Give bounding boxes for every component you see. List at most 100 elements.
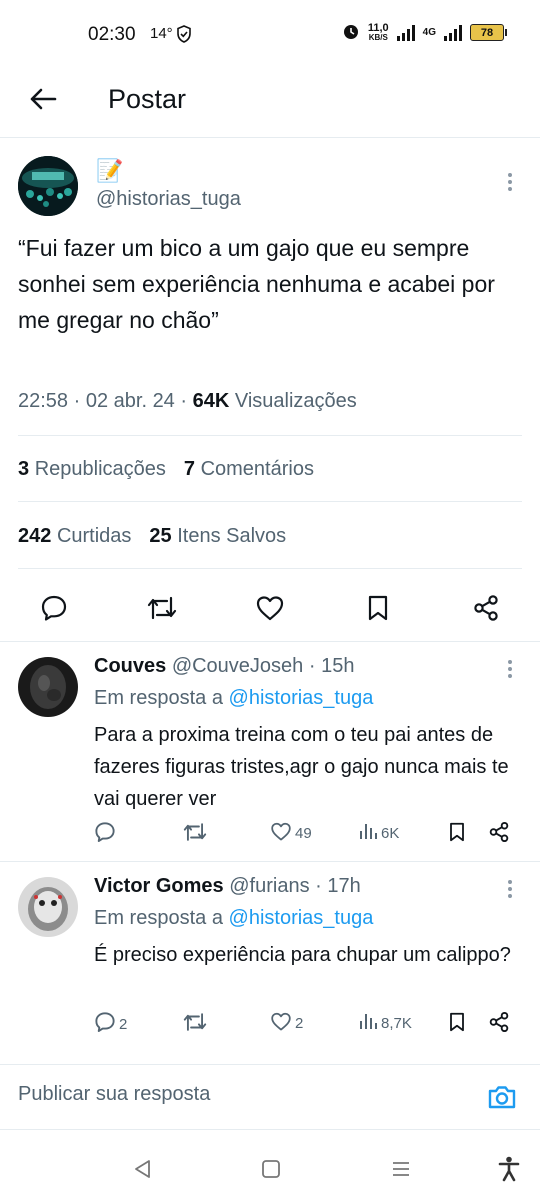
reply-to-prefix: Em resposta a (94, 907, 223, 929)
accessibility-icon[interactable] (494, 1154, 524, 1184)
nav-back-icon[interactable] (128, 1154, 158, 1184)
reply-to-line: Em resposta a @historias_tuga (94, 907, 373, 930)
reply-author-name[interactable]: Victor Gomes (94, 875, 224, 897)
repost-icon[interactable] (142, 588, 182, 628)
battery-icon: 78 (470, 24, 507, 41)
reply-input[interactable] (18, 1083, 438, 1106)
post-date: 02 abr. 24 (85, 390, 175, 412)
reposts-stat[interactable]: 3 Republicações (18, 458, 166, 481)
reply-comment-button[interactable] (94, 821, 119, 847)
nav-recents-icon[interactable] (386, 1154, 416, 1184)
post-actions (0, 588, 540, 644)
reply-avatar[interactable] (18, 877, 78, 937)
reply-item[interactable]: Couves @CouveJoseh · 15h Em resposta a @… (0, 641, 540, 861)
views-label: Visualizações (234, 390, 357, 412)
bookmark-icon[interactable] (358, 588, 398, 628)
reply-header: Couves @CouveJoseh · 15h (94, 655, 355, 677)
network-type: 4G (422, 27, 436, 38)
likes-stat[interactable]: 242 Curtidas (18, 525, 131, 548)
reply-to-link[interactable]: @historias_tuga (229, 907, 374, 929)
alarm-icon (342, 22, 360, 43)
share-icon[interactable] (488, 821, 510, 843)
reply-icon (94, 1011, 116, 1037)
reply-like-count: 49 (295, 825, 312, 842)
page-title: Postar (108, 84, 187, 114)
reply-time: 17h (327, 875, 361, 897)
network-speed-unit: KB/S (368, 32, 388, 42)
saves-stat[interactable]: 25 Itens Salvos (149, 525, 286, 548)
reply-actions: 2 2 8,7K (94, 1011, 524, 1041)
saves-label: Itens Salvos (177, 525, 287, 547)
reply-composer (0, 1064, 540, 1130)
likes-label: Curtidas (56, 525, 132, 547)
views-count: 64K (192, 390, 230, 412)
reply-author-handle[interactable]: @CouveJoseh (172, 655, 303, 677)
like-heart-icon (270, 1011, 292, 1036)
post-time: 22:58 (18, 390, 69, 412)
reply-comment-count: 2 (119, 1015, 128, 1033)
views-chart-icon (358, 1011, 378, 1035)
reply-views-button[interactable]: 6K (358, 821, 399, 845)
divider (18, 568, 522, 569)
signal-icon (396, 24, 415, 41)
reply-author-name[interactable]: Couves (94, 655, 166, 677)
shield-icon (176, 25, 192, 47)
bookmark-icon[interactable] (448, 1011, 466, 1033)
reply-actions: 49 6K (94, 821, 524, 851)
post-text: “Fui fazer um bico a um gajo que eu semp… (18, 235, 495, 333)
reposts-label: Republicações (34, 458, 166, 480)
like-heart-icon[interactable] (250, 588, 290, 628)
reply-repost-button[interactable] (182, 821, 211, 847)
engagement-row-1: 3 Republicações 7 Comentários (18, 458, 314, 481)
author-handle[interactable]: @historias_tuga (96, 188, 241, 211)
reply-views-button[interactable]: 8,7K (358, 1011, 412, 1035)
saves-count: 25 (149, 525, 172, 547)
bookmark-icon[interactable] (448, 821, 466, 843)
reply-header: Victor Gomes @furians · 17h (94, 875, 361, 897)
like-heart-icon (270, 821, 292, 846)
post-meta: 22:58 · 02 abr. 24 · 64K Visualizações (18, 390, 357, 412)
author-avatar[interactable] (18, 156, 78, 216)
more-options-icon[interactable] (502, 877, 518, 901)
status-icons: 11,0 KB/S 4G 78 (342, 21, 507, 43)
comments-count: 7 (183, 458, 196, 480)
reply-repost-button[interactable] (182, 1011, 211, 1037)
network-speed: 11,0 KB/S (367, 21, 389, 43)
comments-stat[interactable]: 7 Comentários (184, 458, 314, 481)
reply-avatar[interactable] (18, 657, 78, 717)
share-icon[interactable] (466, 588, 506, 628)
reply-icon (94, 821, 116, 847)
divider (18, 501, 522, 502)
reply-comment-button[interactable]: 2 (94, 1011, 127, 1037)
likes-count: 242 (18, 525, 52, 547)
status-bar: 02:30 14° 11,0 KB/S 4G 78 (0, 0, 540, 66)
camera-icon[interactable] (486, 1081, 518, 1113)
reply-time: 15h (321, 655, 355, 677)
comments-label: Comentários (200, 458, 314, 480)
reply-like-button[interactable]: 2 (270, 1011, 303, 1036)
reply-text: Para a proxima treina com o teu pai ante… (94, 724, 509, 810)
status-time: 02:30 (88, 24, 136, 45)
nav-home-icon[interactable] (256, 1154, 286, 1184)
signal-icon-2 (444, 24, 462, 41)
engagement-row-2: 242 Curtidas 25 Itens Salvos (18, 525, 286, 548)
reply-author-handle[interactable]: @furians (229, 875, 309, 897)
reply-to-line: Em resposta a @historias_tuga (94, 687, 373, 710)
reply-to-prefix: Em resposta a (94, 687, 223, 709)
network-speed-value: 11,0 (367, 21, 389, 34)
more-options-icon[interactable] (502, 657, 518, 681)
reply-views-count: 8,7K (381, 1014, 412, 1032)
reply-to-link[interactable]: @historias_tuga (229, 687, 374, 709)
more-options-icon[interactable] (502, 170, 518, 194)
author-emoji: 📝 (96, 158, 124, 183)
reply-item[interactable]: Victor Gomes @furians · 17h Em resposta … (0, 861, 540, 1051)
repost-icon (182, 821, 208, 847)
reply-icon[interactable] (34, 588, 74, 628)
reply-like-count: 2 (295, 1015, 304, 1032)
back-arrow-icon[interactable] (26, 82, 60, 116)
reply-text: É preciso experiência para chupar um cal… (94, 944, 511, 966)
status-temperature: 14° (150, 25, 173, 42)
share-icon[interactable] (488, 1011, 510, 1033)
top-app-bar: Postar (0, 66, 540, 138)
reply-like-button[interactable]: 49 (270, 821, 312, 846)
